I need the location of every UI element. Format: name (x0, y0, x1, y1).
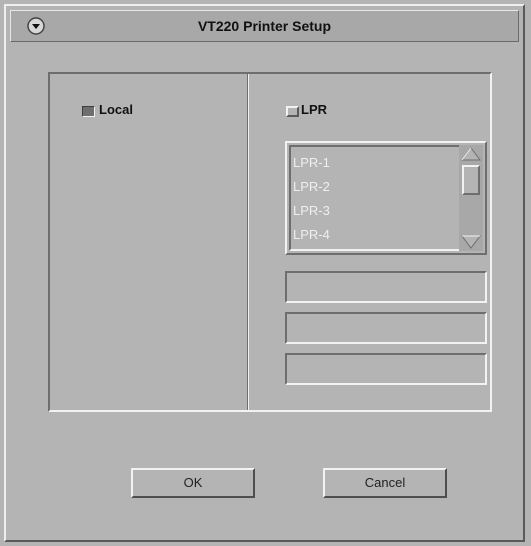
text-input[interactable] (289, 357, 483, 381)
panel-divider (247, 74, 249, 410)
lpr-check-indicator[interactable] (286, 106, 299, 117)
lpr-list: LPR-1 LPR-2 LPR-3 LPR-4 (293, 151, 330, 247)
local-label: Local (99, 102, 133, 117)
list-item[interactable]: LPR-2 (293, 175, 330, 199)
list-item[interactable]: LPR-4 (293, 223, 330, 247)
text-input[interactable] (289, 316, 483, 340)
scroll-down-icon[interactable] (461, 235, 481, 249)
text-input[interactable] (289, 275, 483, 299)
lpr-field-2[interactable] (285, 312, 487, 344)
scroll-thumb[interactable] (462, 165, 480, 195)
title-bar[interactable]: VT220 Printer Setup (10, 10, 519, 42)
lpr-listbox[interactable]: LPR-1 LPR-2 LPR-3 LPR-4 (285, 141, 487, 255)
lpr-field-3[interactable] (285, 353, 487, 385)
list-item[interactable]: LPR-3 (293, 199, 330, 223)
local-check-indicator[interactable] (82, 106, 95, 117)
window-title: VT220 Printer Setup (197, 18, 332, 34)
destination-panel: Local LPR LPR-1 LPR-2 LPR-3 LPR-4 (48, 72, 492, 412)
ok-button[interactable]: OK (131, 468, 255, 498)
printer-setup-window: VT220 Printer Setup Local LPR LPR-1 LPR-… (4, 4, 525, 542)
scroll-up-icon[interactable] (461, 147, 481, 161)
list-scrollbar[interactable] (459, 145, 483, 251)
lpr-field-1[interactable] (285, 271, 487, 303)
lpr-label: LPR (301, 102, 327, 117)
cancel-button[interactable]: Cancel (323, 468, 447, 498)
list-item[interactable]: LPR-1 (293, 151, 330, 175)
